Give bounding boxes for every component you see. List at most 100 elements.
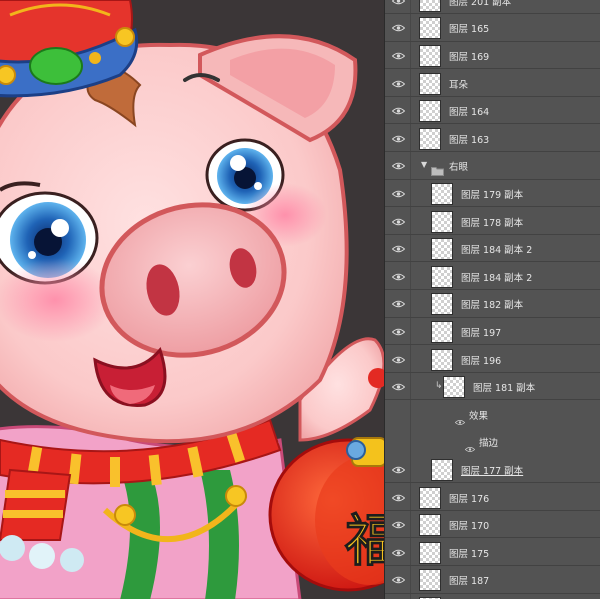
- eye-icon[interactable]: [389, 160, 407, 172]
- layer-name: 图层 164: [449, 107, 490, 119]
- layer-row[interactable]: 图层 176: [385, 484, 600, 511]
- folder-icon: [431, 161, 444, 177]
- layer-thumbnail[interactable]: [419, 486, 441, 509]
- pig-illustration: 福: [0, 0, 384, 599]
- left-cheek: [0, 258, 115, 342]
- eye-icon[interactable]: [389, 22, 407, 34]
- layer-row[interactable]: 图层 169: [385, 42, 600, 70]
- layer-row[interactable]: 图层 184 副本 2: [385, 263, 600, 290]
- layer-thumbnail[interactable]: [419, 514, 441, 537]
- layer-name: 图层 196: [461, 355, 502, 367]
- scarf-tail: [0, 468, 72, 541]
- layer-row[interactable]: 图层 184 副本 2: [385, 235, 600, 263]
- layer-row[interactable]: 图层 164: [385, 97, 600, 125]
- layer-thumbnail[interactable]: [431, 458, 453, 481]
- layer-row[interactable]: 图层 182 副本: [385, 291, 600, 318]
- layer-name: 图层 169: [449, 51, 490, 63]
- layer-name: 耳朵: [449, 79, 469, 91]
- layer-row[interactable]: 图层 197: [385, 318, 600, 346]
- eye-icon[interactable]: [389, 464, 407, 476]
- effect-row[interactable]: 描边: [385, 429, 600, 456]
- pom-pom-2: [29, 543, 55, 569]
- layer-thumbnail[interactable]: [419, 72, 441, 95]
- eye-icon[interactable]: [389, 0, 407, 7]
- layer-row[interactable]: 图层 170: [385, 511, 600, 539]
- layer-name: 右眼: [449, 162, 469, 174]
- layer-name: 图层 163: [449, 134, 490, 146]
- layer-name: 图层 184 副本 2: [461, 272, 533, 284]
- layer-row[interactable]: 图层 191: [385, 594, 600, 599]
- layer-name: 描边: [479, 438, 499, 450]
- layer-thumbnail[interactable]: [443, 376, 465, 399]
- eye-icon[interactable]: [389, 188, 407, 200]
- layer-name: 图层 187: [449, 576, 490, 588]
- eye-icon[interactable]: [389, 78, 407, 90]
- gold-knot-2: [225, 485, 247, 507]
- eye-icon[interactable]: [389, 326, 407, 338]
- eye-icon[interactable]: [464, 438, 476, 457]
- layer-thumbnail[interactable]: [419, 17, 441, 40]
- eye-icon[interactable]: [389, 50, 407, 62]
- layer-row[interactable]: 图层 163: [385, 125, 600, 152]
- eye-icon[interactable]: [389, 133, 407, 145]
- clipping-arrow-icon: ↳: [435, 381, 443, 392]
- layer-name: 图层 201 副本: [449, 0, 512, 8]
- layer-name: 图层 175: [449, 548, 490, 560]
- layer-row[interactable]: 图层 165: [385, 15, 600, 42]
- layer-thumbnail[interactable]: [419, 541, 441, 564]
- layer-name: 图层 177 副本: [461, 465, 524, 477]
- eye-icon[interactable]: [389, 381, 407, 393]
- layer-name: 图层 170: [449, 521, 490, 533]
- layer-thumbnail[interactable]: [419, 100, 441, 123]
- layer-thumbnail[interactable]: [419, 44, 441, 67]
- document-canvas[interactable]: 福: [0, 0, 384, 599]
- fu-character: 福: [344, 508, 384, 574]
- eye-icon[interactable]: [389, 216, 407, 228]
- layer-name: 图层 197: [461, 327, 502, 339]
- eye-icon[interactable]: [389, 271, 407, 283]
- layer-name: 效果: [469, 410, 489, 422]
- eye-icon[interactable]: [389, 298, 407, 310]
- layer-row[interactable]: 图层 187: [385, 567, 600, 594]
- layer-name: 图层 165: [449, 24, 490, 36]
- layer-row[interactable]: 图层 179 副本: [385, 180, 600, 208]
- layer-name: 图层 176: [449, 493, 490, 505]
- effect-row[interactable]: 效果: [385, 401, 600, 428]
- layer-row[interactable]: 图层 196: [385, 346, 600, 373]
- eye-icon[interactable]: [389, 519, 407, 531]
- eye-icon[interactable]: [454, 411, 466, 430]
- eye-icon[interactable]: [389, 492, 407, 504]
- layer-thumbnail[interactable]: [431, 210, 453, 233]
- gold-knot: [114, 504, 136, 526]
- layer-thumbnail[interactable]: [431, 238, 453, 261]
- hat-gem: [29, 47, 83, 85]
- layer-name: 图层 184 副本 2: [461, 245, 533, 257]
- layer-row[interactable]: 耳朵: [385, 70, 600, 97]
- layer-thumbnail[interactable]: [431, 348, 453, 371]
- eye-icon[interactable]: [389, 574, 407, 586]
- layer-group-row[interactable]: ▼ 右眼: [385, 153, 600, 180]
- triangle-down-icon[interactable]: ▼: [421, 160, 427, 169]
- layer-row[interactable]: 图层 177 副本: [385, 456, 600, 484]
- layer-thumbnail[interactable]: [419, 127, 441, 150]
- eye-icon[interactable]: [389, 547, 407, 559]
- layer-thumbnail[interactable]: [431, 265, 453, 288]
- layer-name: 图层 178 副本: [461, 217, 524, 229]
- eye-icon[interactable]: [389, 105, 407, 117]
- layer-thumbnail[interactable]: [431, 320, 453, 343]
- layer-name: 图层 179 副本: [461, 189, 524, 201]
- layer-thumbnail[interactable]: [419, 0, 441, 12]
- layers-panel: 图层 201 副本图层 165 图层 169 耳朵图层 164 图层 163 ▼ 右眼图层…: [384, 0, 600, 599]
- layer-row[interactable]: 图层 175: [385, 539, 600, 566]
- layer-thumbnail[interactable]: [419, 569, 441, 592]
- layer-row[interactable]: ↳ 图层 181 副本: [385, 373, 600, 401]
- layer-thumbnail[interactable]: [431, 293, 453, 316]
- layer-thumbnail[interactable]: [431, 182, 453, 205]
- eye-icon[interactable]: [389, 354, 407, 366]
- layer-name: 图层 181 副本: [473, 383, 536, 395]
- eye-icon[interactable]: [389, 243, 407, 255]
- layer-row[interactable]: 图层 201 副本: [385, 0, 600, 14]
- layer-name: 图层 182 副本: [461, 300, 524, 312]
- layer-row[interactable]: 图层 178 副本: [385, 208, 600, 235]
- pom-pom: [0, 535, 25, 561]
